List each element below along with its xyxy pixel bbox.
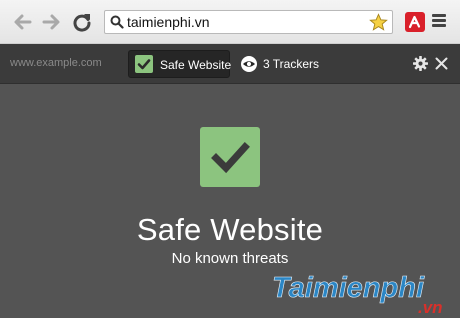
arrow-left-icon	[14, 14, 32, 30]
tab-safe-label: Safe Website	[160, 58, 232, 72]
check-icon	[211, 142, 250, 174]
gear-icon[interactable]	[413, 56, 428, 71]
tab-trackers[interactable]: 3 Trackers	[238, 50, 320, 78]
status-title: Safe Website	[136, 212, 324, 247]
watermark-logo: Taimienphi .vn	[270, 269, 456, 317]
forward-button[interactable]	[40, 11, 62, 33]
avira-icon	[408, 15, 421, 29]
address-input[interactable]	[127, 13, 363, 31]
tab-trackers-label: 3 Trackers	[263, 57, 320, 71]
tab-safe-website[interactable]: Safe Website	[128, 50, 232, 78]
popup-header: www.example.com Safe Website 3 Trackers	[0, 44, 460, 84]
search-icon	[110, 15, 124, 29]
browser-toolbar	[0, 0, 460, 44]
arrow-right-icon	[42, 14, 60, 30]
menu-icon[interactable]	[432, 14, 446, 30]
svg-text:.vn: .vn	[418, 298, 443, 317]
avira-extension-button[interactable]	[405, 12, 425, 32]
svg-text:Taimienphi: Taimienphi	[272, 272, 425, 304]
reload-button[interactable]	[71, 11, 93, 33]
site-domain: www.example.com	[10, 57, 102, 69]
reload-icon	[73, 14, 91, 32]
address-bar[interactable]	[104, 10, 393, 34]
status-subtitle: No known threats	[171, 250, 289, 267]
check-icon	[135, 55, 153, 73]
eye-icon	[241, 56, 257, 72]
star-icon[interactable]	[369, 13, 388, 32]
safe-status-icon	[200, 127, 260, 187]
security-popup: www.example.com Safe Website 3 Trackers	[0, 44, 460, 318]
back-button[interactable]	[12, 11, 34, 33]
close-icon[interactable]	[435, 57, 448, 70]
